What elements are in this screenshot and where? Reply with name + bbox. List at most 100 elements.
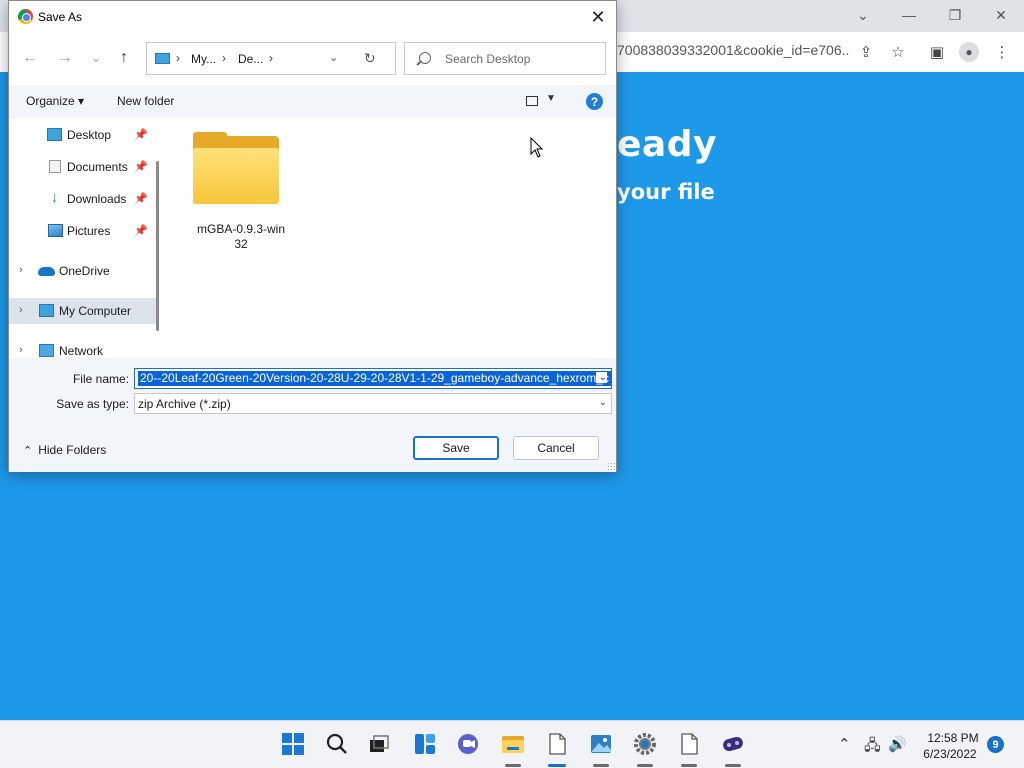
pin-icon: 📌 bbox=[134, 193, 148, 205]
chevron-right-icon[interactable]: › bbox=[176, 51, 180, 65]
nav-item-my-computer[interactable]: › My Computer bbox=[9, 298, 156, 324]
clock-date[interactable]: 6/23/2022 bbox=[919, 747, 981, 761]
notepad-icon[interactable] bbox=[544, 731, 570, 757]
address-path-box[interactable]: › My... › De... › ⌄ ↻ bbox=[146, 42, 396, 75]
minimize-icon[interactable]: — bbox=[889, 4, 929, 26]
close-window-icon[interactable]: ✕ bbox=[981, 4, 1021, 26]
running-indicator bbox=[505, 764, 521, 767]
restore-icon[interactable]: ❐ bbox=[935, 4, 975, 26]
active-indicator bbox=[548, 764, 566, 767]
computer-icon bbox=[155, 53, 170, 64]
folder-item[interactable]: mGBA-0.9.3-win 32 bbox=[188, 132, 288, 256]
chevron-down-icon[interactable]: ⌄ bbox=[595, 372, 607, 383]
chevron-right-icon[interactable]: › bbox=[19, 304, 23, 316]
navigation-pane: Desktop 📌 Documents 📌 ↓ Downloads 📌 Pict… bbox=[9, 118, 164, 358]
cancel-button[interactable]: Cancel bbox=[513, 436, 599, 460]
start-icon[interactable] bbox=[280, 731, 306, 757]
menu-icon[interactable]: ⋮ bbox=[990, 40, 1014, 64]
nav-item-label: Network bbox=[59, 344, 104, 358]
chevron-right-icon[interactable]: › bbox=[19, 264, 23, 276]
new-folder-button[interactable]: New folder bbox=[117, 94, 174, 108]
downloads-icon: ↓ bbox=[50, 189, 59, 206]
running-indicator bbox=[593, 764, 609, 767]
close-icon[interactable]: ✕ bbox=[583, 3, 613, 31]
nav-item-label: Downloads bbox=[67, 192, 127, 206]
sidebar-icon[interactable]: ▣ bbox=[925, 40, 949, 64]
volume-icon[interactable]: 🔊 bbox=[888, 735, 907, 753]
hide-folders-label: Hide Folders bbox=[38, 443, 107, 457]
chevron-up-icon: ⌃ bbox=[23, 445, 33, 457]
back-arrow-icon[interactable]: ← bbox=[19, 47, 41, 69]
nav-item-label: Pictures bbox=[67, 224, 111, 238]
tab-search-icon[interactable]: ⌄ bbox=[843, 4, 883, 26]
file-name-field[interactable]: 20--20Leaf-20Green-20Version-20-28U-29-2… bbox=[134, 368, 612, 389]
chevron-down-icon[interactable]: ▼ bbox=[546, 93, 556, 104]
forward-arrow-icon[interactable]: → bbox=[54, 47, 76, 69]
task-view-icon[interactable] bbox=[366, 731, 392, 757]
organize-button[interactable]: Organize ▾ bbox=[26, 94, 84, 108]
chevron-right-icon[interactable]: › bbox=[269, 51, 273, 65]
clock-time[interactable]: 12:58 PM bbox=[925, 731, 981, 745]
desktop-icon bbox=[47, 128, 62, 141]
recent-locations-icon[interactable]: ⌄ bbox=[85, 47, 107, 69]
address-bar[interactable]: 700838039332001&cookie_id=e706... bbox=[617, 42, 849, 62]
folder-icon-tab bbox=[193, 132, 227, 142]
chevron-right-icon[interactable]: › bbox=[222, 51, 226, 65]
network-status-icon[interactable]: 🖧 bbox=[864, 735, 881, 760]
dialog-title-bar[interactable]: Save As ✕ bbox=[9, 1, 616, 33]
page-subheading: your file bbox=[617, 180, 715, 204]
profile-icon[interactable]: ● bbox=[957, 40, 981, 64]
chevron-down-icon[interactable]: ⌄ bbox=[599, 397, 607, 408]
page-heading: eady bbox=[617, 124, 717, 165]
nav-item-network[interactable]: › Network bbox=[9, 338, 156, 358]
show-hidden-icons-icon[interactable]: ⌃ bbox=[838, 735, 851, 753]
notification-badge[interactable]: 9 bbox=[987, 736, 1004, 753]
app-icon[interactable] bbox=[720, 731, 746, 757]
file-explorer-icon[interactable] bbox=[500, 731, 526, 757]
running-indicator bbox=[637, 764, 653, 767]
folder-name-line1: mGBA-0.9.3-win bbox=[196, 222, 286, 236]
folder-name: mGBA-0.9.3-win 32 bbox=[188, 222, 294, 252]
view-icon[interactable] bbox=[526, 96, 538, 106]
scrollbar-thumb[interactable] bbox=[156, 161, 159, 331]
refresh-icon[interactable]: ↻ bbox=[364, 50, 376, 67]
search-icon bbox=[419, 52, 431, 64]
file-name-value[interactable]: 20--20Leaf-20Green-20Version-20-28U-29-2… bbox=[138, 371, 611, 386]
nav-item-desktop[interactable]: Desktop 📌 bbox=[9, 122, 156, 148]
nav-item-onedrive[interactable]: › OneDrive bbox=[9, 258, 156, 284]
share-icon[interactable]: ⇪ bbox=[854, 40, 878, 64]
star-icon[interactable]: ☆ bbox=[886, 40, 910, 64]
path-segment-desktop[interactable]: De... bbox=[238, 52, 263, 66]
pin-icon: 📌 bbox=[134, 129, 148, 141]
chrome-icon bbox=[18, 9, 33, 24]
document-icon[interactable] bbox=[676, 731, 702, 757]
nav-item-documents[interactable]: Documents 📌 bbox=[9, 154, 156, 180]
chevron-down-icon[interactable]: ⌄ bbox=[329, 51, 338, 64]
settings-icon[interactable] bbox=[632, 731, 658, 757]
save-as-dialog: Save As ✕ ← → ⌄ ↑ › My... › De... › ⌄ ↻ … bbox=[8, 0, 617, 472]
chat-icon[interactable] bbox=[455, 731, 481, 757]
photos-icon[interactable] bbox=[588, 731, 614, 757]
nav-item-pictures[interactable]: Pictures 📌 bbox=[9, 218, 156, 244]
chevron-right-icon[interactable]: › bbox=[19, 344, 23, 356]
save-as-type-select[interactable]: zip Archive (*.zip) ⌄ bbox=[134, 393, 612, 414]
taskbar: ⌃ 🖧 🔊 12:58 PM 6/23/2022 bbox=[0, 720, 1024, 768]
save-button[interactable]: Save bbox=[413, 436, 499, 460]
widgets-icon[interactable] bbox=[412, 731, 438, 757]
help-icon[interactable]: ? bbox=[586, 93, 603, 110]
up-arrow-icon[interactable]: ↑ bbox=[113, 47, 135, 69]
pictures-icon bbox=[48, 224, 63, 237]
search-icon[interactable] bbox=[324, 731, 350, 757]
documents-icon bbox=[49, 160, 61, 173]
path-segment-my-computer[interactable]: My... bbox=[191, 52, 216, 66]
folder-name-line2: 32 bbox=[234, 237, 248, 251]
hide-folders-button[interactable]: ⌃ Hide Folders bbox=[23, 443, 106, 457]
nav-item-label: My Computer bbox=[59, 304, 132, 318]
nav-item-downloads[interactable]: ↓ Downloads 📌 bbox=[9, 186, 156, 212]
search-input[interactable]: Search Desktop bbox=[404, 42, 606, 75]
file-name-label: File name: bbox=[72, 372, 129, 386]
command-bar: Organize ▾ New folder ▼ ? bbox=[9, 85, 616, 118]
computer-icon bbox=[39, 304, 54, 317]
nav-item-label: OneDrive bbox=[59, 264, 110, 278]
resize-grip-icon[interactable] bbox=[607, 462, 615, 470]
